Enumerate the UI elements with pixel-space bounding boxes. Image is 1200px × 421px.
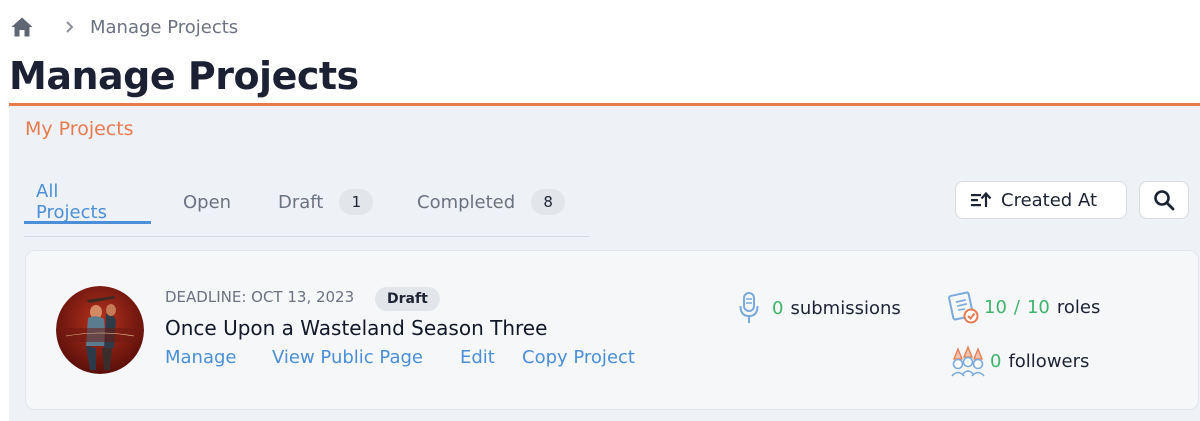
search-button[interactable] [1139, 181, 1189, 219]
manage-link[interactable]: Manage [165, 347, 237, 368]
count-badge: 8 [531, 189, 566, 215]
tabs-divider [24, 236, 590, 237]
roles-filled: 10 [984, 296, 1007, 318]
sort-ascending-icon [971, 191, 992, 207]
breadcrumb: Manage Projects [10, 13, 238, 41]
project-deadline: DEADLINE: OCT 13, 2023 [165, 288, 355, 306]
breadcrumb-current: Manage Projects [90, 16, 239, 38]
followers-label: followers [1008, 350, 1090, 372]
home-icon[interactable] [10, 15, 34, 39]
sort-label: Created At [1001, 189, 1098, 211]
project-avatar[interactable] [56, 286, 144, 374]
project-title: Once Upon a Wasteland Season Three [165, 316, 548, 340]
tab-open[interactable]: Open [183, 180, 231, 224]
chevron-right-icon [66, 21, 74, 33]
status-badge: Draft [375, 287, 440, 311]
tab-label: Completed [417, 191, 516, 213]
followers-icon [951, 345, 985, 377]
edit-link[interactable]: Edit [460, 347, 495, 368]
submissions-label: submissions [790, 297, 901, 319]
copy-project-link[interactable]: Copy Project [522, 347, 635, 368]
tab-all-projects[interactable]: All Projects [36, 180, 107, 224]
roles-stat: 10 / 10 roles [946, 290, 1100, 324]
count-badge: 1 [339, 189, 374, 215]
followers-stat: 0 followers [950, 345, 1089, 377]
page-title: Manage Projects [9, 54, 359, 98]
sort-button[interactable]: Created At [955, 181, 1127, 219]
view-public-page-link[interactable]: View Public Page [272, 347, 423, 368]
tab-label: Draft [278, 191, 324, 213]
roles-separator: / [1013, 296, 1020, 318]
followers-count: 0 [990, 350, 1002, 372]
submissions-count: 0 [772, 297, 784, 319]
microphone-icon [739, 292, 759, 323]
search-icon [1154, 190, 1175, 211]
tab-label: All Projects [36, 181, 107, 223]
tab-completed[interactable]: Completed 8 [417, 180, 566, 224]
roles-total: 10 [1026, 296, 1050, 318]
clipboard-check-icon [948, 291, 979, 324]
section-title: My Projects [25, 118, 134, 140]
roles-label: roles [1056, 296, 1101, 318]
tab-draft[interactable]: Draft 1 [278, 180, 374, 224]
tab-label: Open [183, 191, 232, 213]
active-tab-indicator [24, 221, 151, 224]
submissions-stat: 0 submissions [738, 291, 901, 325]
